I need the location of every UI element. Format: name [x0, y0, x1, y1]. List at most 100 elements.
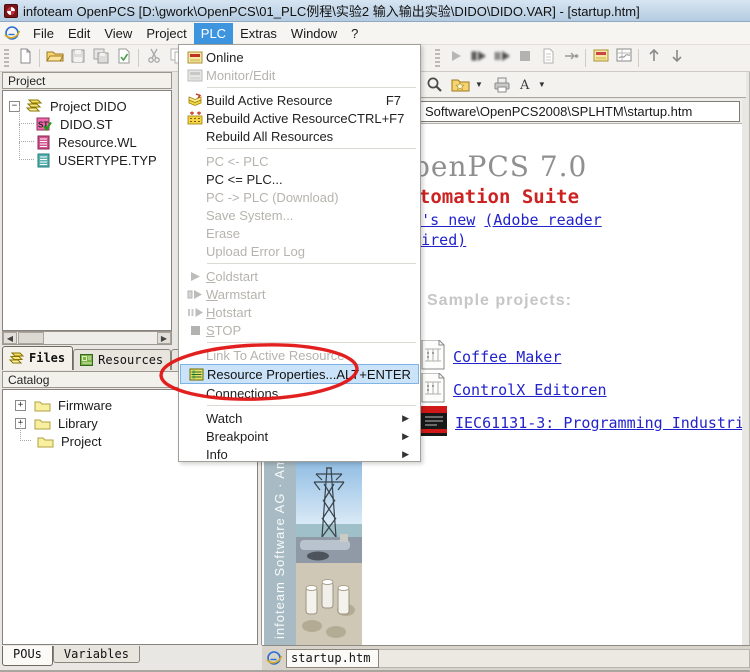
menu-item-pc-plc[interactable]: PC <- PLC	[180, 152, 419, 170]
tab-pous[interactable]: POUs	[2, 646, 53, 666]
new-document-button[interactable]	[13, 48, 36, 69]
save-all-button[interactable]	[89, 48, 112, 69]
menu-item-build-active-resource[interactable]: Build Active Resource F7	[180, 91, 419, 109]
toolbar-grip[interactable]	[435, 49, 440, 67]
catalog-folder-icon	[37, 435, 54, 448]
menu-item-resource-properties[interactable]: Resource Properties...ALT+ENTER	[180, 364, 419, 384]
ie-document-icon	[4, 25, 22, 41]
tab-files[interactable]: Files	[2, 346, 73, 370]
menu-item-rebuild-active-resource[interactable]: Rebuild Active ResourceCTRL+F7	[180, 109, 419, 127]
menu-item-online[interactable]: Online	[180, 48, 419, 66]
menu-item-rebuild-all-resources[interactable]: Rebuild All Resources	[180, 127, 419, 145]
link-coffee-maker[interactable]: Coffee Maker	[453, 348, 561, 366]
step-icon	[563, 48, 579, 69]
font-button[interactable]: A	[519, 77, 533, 92]
stop-icon	[184, 324, 206, 337]
openpcs-window: infoteam OpenPCS [D:\gwork\OpenPCS\01_PL…	[0, 0, 750, 672]
menu-item-label: PC <= PLC...	[206, 172, 283, 187]
catalog-folder-icon	[34, 399, 51, 412]
menu-item-label: Erase	[206, 226, 240, 241]
menu-view[interactable]: View	[97, 23, 139, 44]
menu-item-upload-error-log[interactable]: Upload Error Log	[180, 242, 419, 260]
coldstart-button[interactable]	[444, 48, 467, 69]
submenu-arrow-icon: ▶	[402, 431, 415, 442]
menu-item-label: Build Active Resource	[206, 93, 332, 108]
tree-connector	[19, 142, 34, 160]
online-button[interactable]	[589, 48, 612, 69]
online-icon	[593, 49, 609, 68]
menu-item-pc-plc-download[interactable]: PC -> PLC (Download)	[180, 188, 419, 206]
project-pane-header: Project	[2, 72, 172, 89]
watch-button[interactable]	[612, 48, 635, 69]
stop-button[interactable]	[513, 48, 536, 69]
tree-item-usertype-typ[interactable]: USERTYPE.TYP	[9, 151, 169, 169]
startup-htm-tab[interactable]: startup.htm	[286, 649, 379, 668]
menu-help[interactable]: ?	[344, 23, 365, 44]
menu-edit[interactable]: Edit	[61, 23, 97, 44]
menu-item-label: Upload Error Log	[206, 244, 305, 259]
menu-item-label: Warmstart	[206, 287, 265, 302]
link-iec61131-3-programm[interactable]: IEC61131-3: Programming Industrial Autor	[455, 414, 742, 432]
workspace-tab-strip: FilesResourcesL	[2, 346, 201, 370]
menu-item-info[interactable]: Info▶	[180, 445, 419, 463]
menu-file[interactable]: File	[26, 23, 61, 44]
scroll-right-arrow[interactable]: ▶	[157, 332, 171, 344]
open-folder-button[interactable]	[43, 48, 66, 69]
step-button[interactable]	[559, 48, 582, 69]
menu-item-watch[interactable]: Watch▶	[180, 409, 419, 427]
move-down-button[interactable]	[665, 48, 688, 69]
save-button[interactable]	[66, 48, 89, 69]
menu-item-stop[interactable]: STOP	[180, 321, 419, 339]
tree-connector	[20, 423, 31, 441]
menu-item-pc-plc[interactable]: PC <= PLC...	[180, 170, 419, 188]
menu-shortcut: F7	[386, 93, 415, 108]
menu-item-breakpoint[interactable]: Breakpoint▶	[180, 427, 419, 445]
favorites-button[interactable]	[451, 77, 470, 92]
print-button[interactable]	[493, 77, 511, 93]
dropdown-arrow-icon[interactable]: ▼	[538, 80, 546, 89]
menu-item-monitor-edit[interactable]: Monitor/Edit	[180, 66, 419, 84]
document-check-button[interactable]	[112, 48, 135, 69]
menu-item-link-to-active-resource[interactable]: Link To Active Resource	[180, 346, 419, 364]
scroll-left-arrow[interactable]: ◀	[3, 332, 17, 344]
menu-extras[interactable]: Extras	[233, 23, 284, 44]
link-controlx-editoren[interactable]: ControlX Editoren	[453, 381, 607, 399]
menu-item-erase[interactable]: Erase	[180, 224, 419, 242]
toolbar-grip[interactable]	[4, 49, 9, 67]
menu-item-label: PC <- PLC	[206, 154, 269, 169]
menu-item-label: Coldstart	[206, 269, 258, 284]
menu-item-save-system[interactable]: Save System...	[180, 206, 419, 224]
menu-plc[interactable]: PLC	[194, 23, 233, 44]
tab-variables[interactable]: Variables	[53, 646, 140, 663]
search-button[interactable]	[426, 76, 443, 93]
toolbar-right-group	[431, 48, 688, 69]
menu-shortcut: ALT+ENTER	[336, 367, 425, 382]
dropdown-arrow-icon[interactable]: ▼	[475, 80, 483, 89]
project-tree: −Project DIDOSTDIDO.STResource.WLUSERTYP…	[3, 91, 171, 169]
menu-item-label: Resource Properties...	[207, 367, 336, 382]
expand-toggle[interactable]: +	[15, 400, 26, 411]
svg-text:A: A	[519, 78, 530, 92]
menu-item-connections[interactable]: Connections...	[180, 384, 419, 402]
move-up-icon	[647, 48, 661, 68]
menu-project[interactable]: Project	[139, 23, 193, 44]
project-horizontal-scrollbar[interactable]: ◀ ▶	[2, 331, 172, 345]
project-tree-panel: −Project DIDOSTDIDO.STResource.WLUSERTYP…	[2, 90, 172, 331]
hotstart-button[interactable]	[490, 48, 513, 69]
sample-projects-label: Sample projects:	[427, 292, 572, 310]
hotstart-icon	[184, 306, 206, 319]
tab-resources[interactable]: Resources	[73, 349, 171, 370]
menu-item-coldstart[interactable]: Coldstart	[180, 267, 419, 285]
cut-button[interactable]	[142, 48, 165, 69]
scrollbar-thumb[interactable]	[18, 332, 44, 344]
open-folder-icon	[46, 48, 64, 68]
menu-window[interactable]: Window	[284, 23, 344, 44]
document-button[interactable]	[536, 48, 559, 69]
warmstart-button[interactable]	[467, 48, 490, 69]
menu-item-warmstart[interactable]: Warmstart	[180, 285, 419, 303]
watch-icon	[616, 48, 632, 68]
menu-item-hotstart[interactable]: Hotstart	[180, 303, 419, 321]
move-up-button[interactable]	[642, 48, 665, 69]
startup-tab-label: startup.htm	[291, 651, 370, 665]
tab-row-filler	[379, 649, 750, 668]
